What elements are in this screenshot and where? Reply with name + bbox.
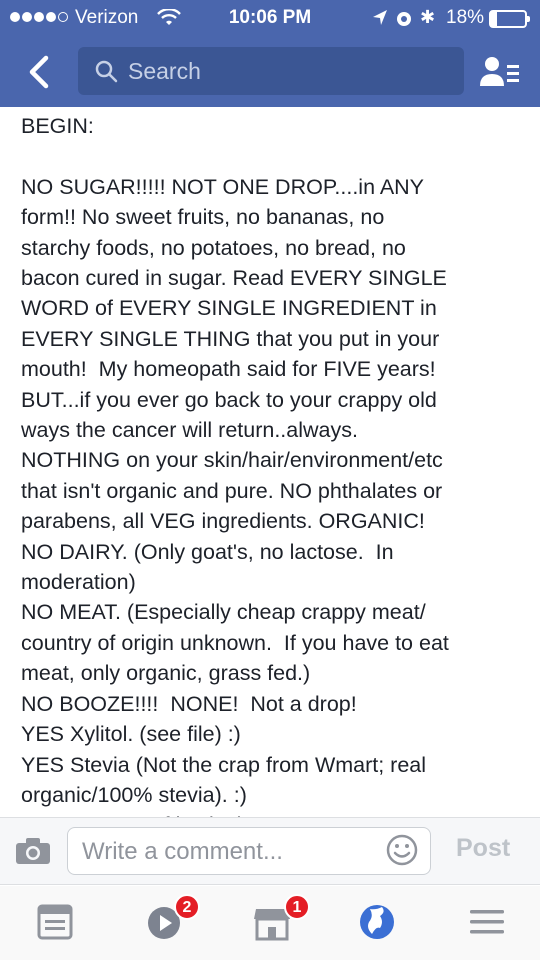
comment-input-wrapper[interactable]: [67, 827, 431, 875]
tab-marketplace[interactable]: 1: [250, 894, 320, 944]
bottom-tab-bar: 2 1: [0, 886, 540, 960]
post-text-line: meat, only organic, grass fed.): [21, 661, 311, 686]
post-text-line: bacon cured in sugar. Read EVERY SINGLE: [21, 266, 447, 291]
post-text-line: organic/100% stevia). :): [21, 782, 247, 807]
search-icon: [95, 60, 118, 83]
bluetooth-icon: ✱: [420, 7, 436, 27]
news-feed-icon[interactable]: [30, 900, 80, 944]
post-text-line: NO SUGAR!!!!! NOT ONE DROP....in ANY: [21, 174, 425, 199]
post-text-line: YES Xylitol. (see file) :): [21, 722, 241, 747]
alarm-icon: [397, 12, 411, 26]
post-text-line: [21, 141, 526, 171]
post-text-line: WORD of EVERY SINGLE INGREDIENT in: [21, 296, 437, 321]
post-text-line: mouth! My homeopath said for FIVE years!: [21, 357, 436, 382]
video-badge: 2: [174, 894, 200, 920]
search-input[interactable]: [128, 57, 428, 85]
battery-percent: 18%: [446, 7, 485, 28]
post-text-line: YES Stevia (Not the crap from Wmart; rea…: [21, 752, 427, 777]
post-text-line: NO DAIRY. (Only goat's, no lactose. In: [21, 539, 394, 564]
tab-video[interactable]: 2: [140, 894, 210, 944]
post-text-line: NO MEAT. (Especially cheap crappy meat/: [21, 600, 426, 625]
marketplace-badge: 1: [284, 894, 310, 920]
post-text-line: country of origin unknown. If you have t…: [21, 630, 449, 655]
comment-input[interactable]: [82, 838, 372, 866]
location-arrow-icon: [373, 10, 387, 25]
friends-list-icon[interactable]: [478, 54, 522, 90]
status-bar: Verizon 10:06 PM ✱ 18%: [0, 0, 540, 36]
camera-icon[interactable]: [14, 836, 52, 866]
post-text-line: parabens, all VEG ingredients. ORGANIC!: [21, 509, 425, 534]
post-text-line: EVERY SINGLE THING that you put in your: [21, 326, 440, 351]
post-text-line: ways the cancer will return..always.: [21, 418, 358, 443]
back-chevron-icon[interactable]: [22, 54, 56, 90]
post-text-line: moderation): [21, 570, 136, 595]
post-text-line: NOTHING on your skin/hair/environment/et…: [21, 448, 443, 473]
post-body-text: BEGIN: NO SUGAR!!!!! NOT ONE DROP....in A…: [21, 111, 526, 817]
menu-icon[interactable]: [462, 900, 512, 944]
post-text-line: BUT...if you ever go back to your crappy…: [21, 387, 437, 412]
search-bar[interactable]: [78, 47, 464, 95]
emoji-icon[interactable]: [385, 833, 419, 867]
post-text-line: NO BOOZE!!!! NONE! Not a drop!: [21, 691, 357, 716]
globe-icon[interactable]: [352, 900, 402, 944]
post-text-line: BEGIN:: [21, 114, 94, 138]
post-comment-button[interactable]: Post: [456, 834, 510, 863]
post-content: BEGIN: NO SUGAR!!!!! NOT ONE DROP....in A…: [0, 107, 540, 817]
battery-icon: [489, 10, 530, 28]
post-text-line: form!! No sweet fruits, no bananas, no: [21, 205, 385, 230]
app-header: Verizon 10:06 PM ✱ 18%: [0, 0, 540, 107]
post-text-line: starchy foods, no potatoes, no bread, no: [21, 235, 406, 260]
post-text-line: Yes Sweet Leaf is ok. :): [21, 810, 526, 817]
post-text-line: that isn't organic and pure. NO phthalat…: [21, 478, 443, 503]
